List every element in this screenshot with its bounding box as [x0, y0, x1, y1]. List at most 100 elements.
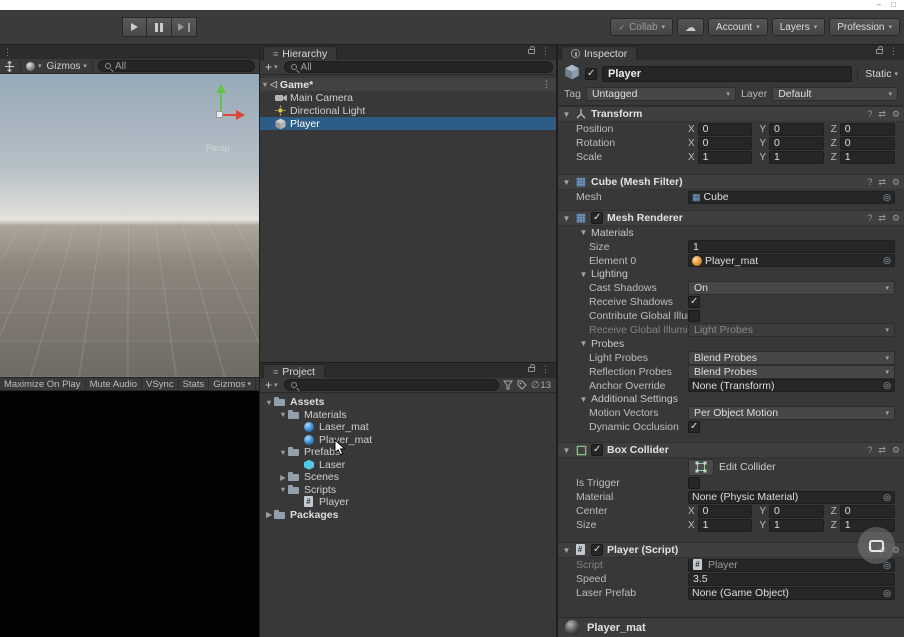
help-icon[interactable]: ?: [867, 177, 872, 188]
help-icon[interactable]: ?: [867, 445, 872, 456]
foldout-open-icon[interactable]: ▼: [562, 178, 571, 187]
mesh-object-field[interactable]: ▦ Cube ◎: [688, 190, 895, 204]
speed-field[interactable]: 3.5: [688, 572, 895, 586]
center-x-field[interactable]: 0: [697, 504, 753, 518]
foldout-open-icon[interactable]: ▼: [562, 214, 571, 223]
hidden-items-indicator[interactable]: ∅ 13: [531, 380, 553, 391]
script-enabled-checkbox[interactable]: [591, 544, 603, 556]
kebab-menu-icon[interactable]: ⋮: [3, 47, 12, 58]
project-tree-row[interactable]: Laser_mat: [260, 421, 556, 434]
mesh-filter-component-header[interactable]: ▼ ▦ Cube (Mesh Filter) ? ⇄ ⚙: [558, 174, 904, 190]
gameobject-active-checkbox[interactable]: [585, 67, 597, 80]
project-tree-row[interactable]: ▼ Scripts: [260, 484, 556, 497]
project-tree-row[interactable]: Player_mat: [260, 434, 556, 447]
stats-button[interactable]: Stats: [179, 378, 210, 390]
reflection-probes-dropdown[interactable]: Blend Probes ▾: [688, 364, 895, 379]
foldout-icon[interactable]: ▼: [264, 398, 274, 407]
dynamic-occlusion-checkbox[interactable]: [688, 421, 700, 433]
lock-icon[interactable]: [876, 46, 883, 54]
object-picker-icon[interactable]: ◎: [883, 192, 891, 203]
play-button[interactable]: [122, 17, 147, 37]
gizmo-x-axis-icon[interactable]: [236, 110, 245, 120]
position-z-field[interactable]: 0: [839, 122, 895, 136]
vsync-button[interactable]: VSync: [142, 378, 179, 390]
object-picker-icon[interactable]: ◎: [883, 255, 891, 266]
position-x-field[interactable]: 0: [697, 122, 753, 136]
scale-z-field[interactable]: 1: [839, 150, 895, 164]
hierarchy-search-input[interactable]: All: [283, 61, 553, 73]
kebab-menu-icon[interactable]: ⋮: [889, 46, 898, 57]
project-tree-row[interactable]: ▼ Materials: [260, 409, 556, 422]
mesh-renderer-enabled-checkbox[interactable]: [591, 212, 603, 224]
is-trigger-checkbox[interactable]: [688, 477, 700, 489]
rotation-x-field[interactable]: 0: [697, 136, 753, 150]
tab-hierarchy[interactable]: ≡ Hierarchy: [263, 46, 338, 60]
contribute-gi-checkbox[interactable]: [688, 310, 700, 322]
edit-collider-button[interactable]: [688, 458, 714, 476]
layout-dropdown[interactable]: Profession ▾: [829, 18, 900, 36]
foldout-icon[interactable]: ▶: [264, 510, 274, 519]
presets-icon[interactable]: ⇄: [878, 177, 886, 188]
object-picker-icon[interactable]: ◎: [883, 380, 891, 391]
tab-project[interactable]: ≡ Project: [263, 364, 325, 378]
size-y-field[interactable]: 1: [769, 518, 824, 532]
help-icon[interactable]: ?: [867, 213, 872, 224]
maximize-icon[interactable]: □: [891, 0, 896, 10]
object-picker-icon[interactable]: ◎: [883, 492, 891, 503]
object-picker-icon[interactable]: ◎: [883, 588, 891, 599]
kebab-menu-icon[interactable]: ⋮: [541, 46, 550, 57]
cloud-button[interactable]: ☁: [677, 18, 705, 36]
box-collider-component-header[interactable]: ▼ Box Collider ? ⇄ ⚙: [558, 442, 904, 458]
physic-material-field[interactable]: None (Physic Material) ◎: [688, 490, 895, 504]
settings-gear-icon[interactable]: ⚙: [892, 213, 900, 224]
lighting-foldout[interactable]: ▼ Lighting: [558, 268, 904, 282]
mute-audio-button[interactable]: Mute Audio: [86, 378, 143, 390]
lock-icon[interactable]: [528, 46, 535, 54]
search-by-type-icon[interactable]: [503, 380, 514, 390]
kebab-menu-icon[interactable]: ⋮: [541, 364, 550, 375]
project-tree-row[interactable]: ▼ Prefabs: [260, 446, 556, 459]
element0-object-field[interactable]: Player_mat ◎: [688, 254, 895, 267]
kebab-menu-icon[interactable]: ⋮: [542, 79, 556, 90]
materials-foldout[interactable]: ▼ Materials: [558, 226, 904, 240]
foldout-open-icon[interactable]: ▼: [260, 80, 270, 89]
presets-icon[interactable]: ⇄: [878, 445, 886, 456]
pause-button[interactable]: [147, 17, 172, 37]
step-button[interactable]: [172, 17, 197, 37]
project-tree-row[interactable]: Player: [260, 496, 556, 509]
presets-icon[interactable]: ⇄: [878, 109, 886, 120]
project-tree-row[interactable]: ▼ Assets: [260, 396, 556, 409]
settings-gear-icon[interactable]: ⚙: [892, 445, 900, 456]
scene-search-input[interactable]: All: [97, 60, 255, 72]
project-search-input[interactable]: [283, 379, 500, 391]
mesh-renderer-component-header[interactable]: ▼ ▦ Mesh Renderer ? ⇄ ⚙: [558, 210, 904, 226]
tag-dropdown[interactable]: Untagged ▾: [585, 87, 736, 101]
move-gizmo[interactable]: [203, 84, 247, 130]
foldout-icon[interactable]: ▼: [278, 410, 288, 419]
probes-foldout[interactable]: ▼ Probes: [558, 337, 904, 351]
maximize-on-play-button[interactable]: Maximize On Play: [0, 378, 86, 390]
create-menu-button[interactable]: + ▾: [263, 379, 280, 391]
scale-y-field[interactable]: 1: [769, 150, 824, 164]
game-gizmos-dropdown[interactable]: Gizmos ▾: [209, 378, 256, 390]
static-dropdown[interactable]: Static ▾: [857, 67, 898, 80]
foldout-open-icon[interactable]: ▼: [562, 110, 571, 119]
player-script-component-header[interactable]: ▼ Player (Script) ?⇄⚙: [558, 542, 904, 558]
receive-shadows-checkbox[interactable]: [688, 296, 700, 308]
box-collider-enabled-checkbox[interactable]: [591, 444, 603, 456]
hierarchy-item-main-camera[interactable]: Main Camera: [260, 91, 556, 104]
search-by-label-icon[interactable]: [517, 380, 527, 390]
scene-view-canvas[interactable]: Persp: [0, 74, 260, 377]
create-menu-button[interactable]: + ▾: [263, 61, 280, 73]
motion-vectors-dropdown[interactable]: Per Object Motion ▾: [688, 406, 895, 420]
additional-settings-foldout[interactable]: ▼ Additional Settings: [558, 393, 904, 407]
light-probes-dropdown[interactable]: Blend Probes ▾: [688, 350, 895, 365]
minimize-icon[interactable]: –: [877, 0, 881, 10]
foldout-open-icon[interactable]: ▼: [562, 446, 571, 455]
hierarchy-item-player[interactable]: Player: [260, 117, 556, 130]
foldout-icon[interactable]: ▼: [278, 485, 288, 494]
center-z-field[interactable]: 0: [839, 504, 895, 518]
game-view-canvas[interactable]: [0, 391, 260, 637]
hierarchy-item-directional-light[interactable]: Directional Light: [260, 104, 556, 117]
rotation-z-field[interactable]: 0: [839, 136, 895, 150]
